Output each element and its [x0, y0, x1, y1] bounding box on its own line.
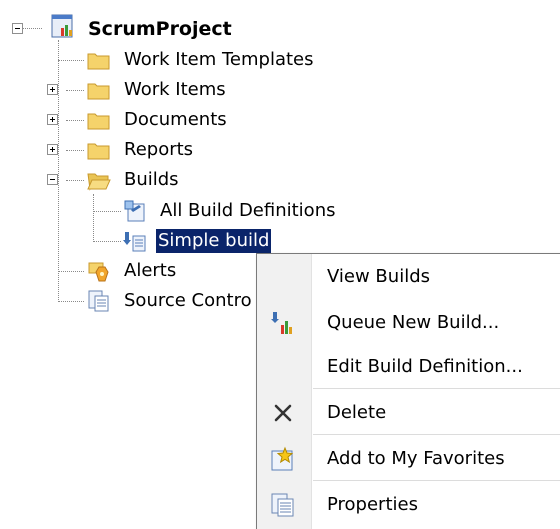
tree-connector — [66, 120, 84, 121]
queue-build-icon — [269, 309, 297, 337]
expand-toggle[interactable] — [47, 144, 58, 155]
context-menu: View Builds Queue New Build... Edit Buil… — [256, 253, 560, 529]
tree-node-scrumproject[interactable]: ScrumProject — [86, 17, 234, 41]
tree-connector — [58, 301, 84, 302]
expand-toggle[interactable] — [47, 84, 58, 95]
menu-item-edit-build-definition[interactable]: Edit Build Definition... — [257, 350, 560, 384]
collapse-toggle[interactable] — [47, 174, 58, 185]
menu-item-label: View Builds — [327, 266, 430, 287]
menu-item-label: Edit Build Definition... — [327, 356, 523, 377]
menu-separator — [313, 388, 560, 389]
tree-node-work-item-templates[interactable]: Work Item Templates — [122, 48, 316, 72]
folder-icon — [86, 107, 112, 133]
tree-connector — [58, 60, 84, 61]
tree-connector — [93, 211, 121, 212]
menu-item-label: Add to My Favorites — [327, 448, 505, 469]
tree-node-reports[interactable]: Reports — [122, 138, 195, 162]
alerts-icon — [86, 258, 112, 284]
tree-node-simple-build[interactable]: Simple build — [156, 229, 272, 253]
build-definition-icon — [122, 228, 148, 254]
tree-connector — [66, 150, 84, 151]
tree-connector — [58, 40, 59, 302]
menu-item-view-builds[interactable]: View Builds — [257, 260, 560, 294]
folder-open-icon — [86, 167, 112, 193]
folder-icon — [86, 77, 112, 103]
tree-connector — [66, 180, 84, 181]
folder-icon — [86, 47, 112, 73]
tree-node-work-items[interactable]: Work Items — [122, 78, 228, 102]
tree-node-source-control[interactable]: Source Contro — [122, 289, 254, 313]
tree-connector — [93, 194, 94, 242]
menu-item-label: Properties — [327, 494, 418, 515]
team-project-icon — [50, 14, 76, 40]
build-definitions-icon — [122, 198, 148, 224]
expand-toggle[interactable] — [47, 114, 58, 125]
properties-icon — [269, 491, 297, 519]
menu-separator — [313, 434, 560, 435]
add-favorites-icon — [269, 445, 297, 473]
menu-item-label: Queue New Build... — [327, 312, 500, 333]
tree-connector — [66, 90, 84, 91]
source-control-icon — [86, 288, 112, 314]
tree-connector — [93, 241, 121, 242]
menu-separator — [313, 480, 560, 481]
tree-node-alerts[interactable]: Alerts — [122, 259, 178, 283]
tree-connector — [22, 28, 42, 29]
tree-node-builds[interactable]: Builds — [122, 168, 181, 192]
menu-item-queue-new-build[interactable]: Queue New Build... — [257, 306, 560, 340]
tree-node-all-build-definitions[interactable]: All Build Definitions — [158, 199, 337, 223]
menu-item-properties[interactable]: Properties — [257, 488, 560, 522]
tree-node-documents[interactable]: Documents — [122, 108, 229, 132]
collapse-toggle[interactable] — [12, 23, 23, 34]
tree-connector — [58, 271, 84, 272]
menu-item-label: Delete — [327, 402, 387, 423]
menu-item-add-to-my-favorites[interactable]: Add to My Favorites — [257, 442, 560, 476]
menu-item-delete[interactable]: Delete — [257, 396, 560, 430]
folder-icon — [86, 137, 112, 163]
delete-x-icon — [269, 399, 297, 427]
